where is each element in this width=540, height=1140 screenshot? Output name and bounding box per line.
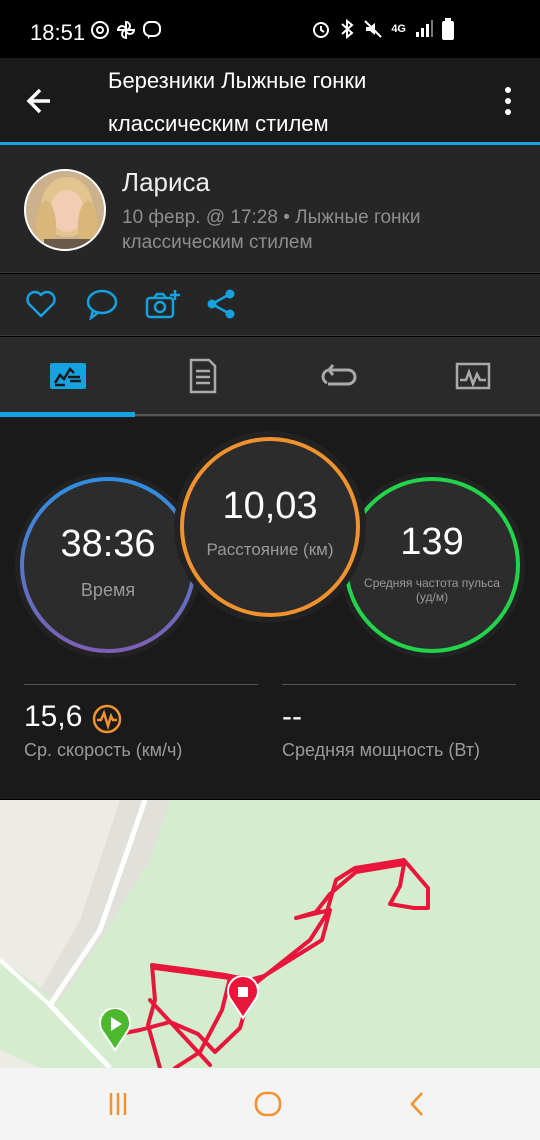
add-photo-icon (145, 290, 180, 319)
tab-details[interactable] (135, 337, 270, 415)
mute-icon (364, 20, 383, 38)
tab-laps[interactable] (270, 337, 405, 415)
summary-chart-icon (49, 363, 86, 389)
share-icon (207, 289, 235, 319)
viber-icon (143, 21, 161, 39)
speed-pulse-icon (92, 704, 122, 734)
distance-value: 10,03 (222, 484, 318, 527)
system-nav-bar (0, 1068, 540, 1140)
status-bar: 18:51 4G (0, 0, 540, 58)
map-graphic (0, 800, 540, 1068)
activity-title-line1: Березники Лыжные гонки (108, 68, 367, 93)
network-type: 4G (391, 23, 406, 35)
bluetooth-icon (341, 19, 354, 39)
play-marker-icon[interactable] (98, 1008, 132, 1052)
status-left-icons (90, 20, 162, 40)
more-menu-button[interactable] (496, 84, 520, 118)
time-stat: 38:36 Время (22, 479, 194, 651)
arrow-back-icon (26, 88, 50, 114)
power-label: Средняя мощность (Вт) (282, 740, 480, 760)
avatar[interactable] (24, 169, 106, 251)
distance-stat: 10,03 Расстояние (км) (182, 439, 358, 615)
battery-icon (442, 18, 454, 40)
power-value: -- (282, 700, 302, 733)
laps-icon (321, 364, 356, 386)
actions-bar (0, 274, 540, 336)
share-button[interactable] (204, 288, 240, 320)
tab-baseline (135, 414, 540, 416)
avatar-photo-icon (26, 171, 104, 249)
heart-rate-label-line2: (уд/м) (415, 589, 449, 604)
graph-icon (455, 362, 490, 390)
power-divider (282, 684, 516, 685)
more-vertical-icon (505, 87, 511, 115)
tabs-bar (0, 337, 540, 417)
heart-rate-value: 139 (400, 520, 464, 563)
route-map[interactable] (0, 800, 540, 1068)
status-time: 18:51 (30, 20, 86, 45)
add-photo-button[interactable] (144, 288, 180, 320)
heart-icon (26, 290, 56, 318)
back-nav-icon (410, 1092, 423, 1116)
activity-meta-line1: 10 февр. @ 17:28 • Лыжные гонки (122, 207, 421, 228)
heart-rate-label-line1: Средняя частота пульса (364, 575, 500, 590)
signal-icon (416, 20, 433, 37)
heart-rate-stat: 139 Средняя частота пульса (уд/м) (346, 479, 518, 651)
home-button[interactable] (248, 1086, 288, 1122)
activity-meta-line2: классическим стилем (122, 232, 313, 253)
document-icon (189, 358, 216, 394)
speed-value: 15,6 (24, 700, 83, 733)
pinwheel-icon (116, 20, 136, 40)
activity-title-line2: классическим стилем (108, 111, 329, 136)
back-button[interactable] (22, 84, 62, 118)
recent-apps-icon (109, 1093, 127, 1115)
time-label: Время (80, 580, 136, 600)
alarm-icon (313, 22, 330, 38)
speed-divider (24, 684, 258, 685)
like-button[interactable] (24, 288, 60, 320)
recent-apps-button[interactable] (98, 1086, 138, 1122)
distance-label: Расстояние (км) (206, 539, 334, 559)
time-value: 38:36 (60, 523, 156, 565)
speed-label: Ср. скорость (км/ч) (24, 740, 183, 760)
nav-back-button[interactable] (398, 1086, 438, 1122)
tab-summary[interactable] (0, 337, 135, 415)
at-sign-icon (91, 21, 109, 39)
stop-marker-icon[interactable] (226, 976, 260, 1020)
comment-icon (86, 289, 118, 322)
comment-button[interactable] (84, 288, 120, 322)
tab-charts[interactable] (405, 337, 540, 415)
profile-section: Лариса 10 февр. @ 17:28 • Лыжные гонки к… (0, 145, 540, 273)
status-right-icons: 4G (311, 18, 454, 40)
user-name[interactable]: Лариса (122, 167, 210, 198)
activity-meta: 10 февр. @ 17:28 • Лыжные гонки классиче… (122, 205, 522, 255)
home-icon (254, 1091, 282, 1117)
